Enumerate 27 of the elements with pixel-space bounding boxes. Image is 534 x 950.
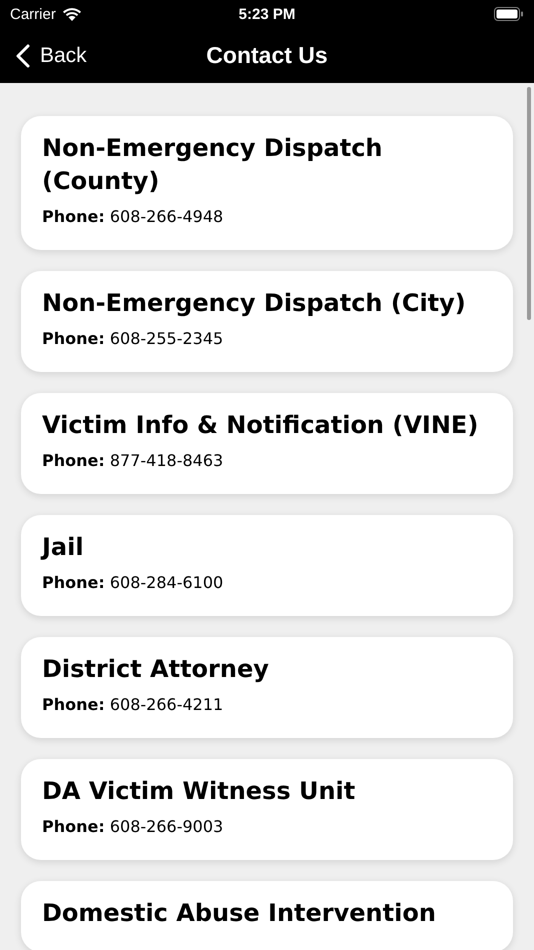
- contact-card[interactable]: District Attorney Phone: 608-266-4211: [21, 637, 513, 738]
- contact-name: District Attorney: [42, 654, 270, 685]
- phone-number: Phone: 877-418-8463: [42, 450, 224, 472]
- battery-icon: [494, 7, 524, 21]
- contact-name: DA Victim Witness Unit: [42, 776, 356, 807]
- contact-name: Domestic Abuse Intervention: [42, 898, 437, 929]
- contact-name: Jail: [42, 532, 85, 563]
- phone-number: Phone: 608-266-4211: [42, 694, 224, 716]
- contact-card[interactable]: Non-Emergency Dispatch (City) Phone: 608-255-2345: [21, 271, 513, 372]
- status-time: 5:23 PM: [238, 6, 296, 22]
- contact-name: Victim Info & Notification (VINE): [42, 410, 480, 441]
- contact-card[interactable]: Non-Emergency Dispatch (County) Phone: 608-266-4948: [21, 116, 513, 250]
- contact-card[interactable]: Jail Phone: 608-284-6100: [21, 515, 513, 616]
- phone-number: Phone: 608-255-2345: [42, 328, 224, 350]
- contact-card[interactable]: Victim Info & Notification (VINE) Phone: 877-418-8463: [21, 393, 513, 494]
- wifi-icon: [62, 6, 82, 22]
- back-button[interactable]: Back: [0, 44, 87, 68]
- contact-name: Non-Emergency Dispatch (County): [42, 133, 384, 197]
- phone-number: Phone: 608-266-4948: [42, 206, 224, 228]
- contact-name: Non-Emergency Dispatch (City): [42, 288, 467, 319]
- chevron-left-icon: [16, 44, 30, 68]
- contact-card[interactable]: DA Victim Witness Unit Phone: 608-266-9003: [21, 759, 513, 860]
- contact-card[interactable]: Domestic Abuse Intervention: [21, 881, 513, 950]
- phone-number: Phone: 608-284-6100: [42, 572, 224, 594]
- carrier-label: Carrier: [10, 6, 56, 22]
- phone-number: Phone: 608-266-9003: [42, 816, 224, 838]
- screen-title: Contact Us: [206, 42, 328, 69]
